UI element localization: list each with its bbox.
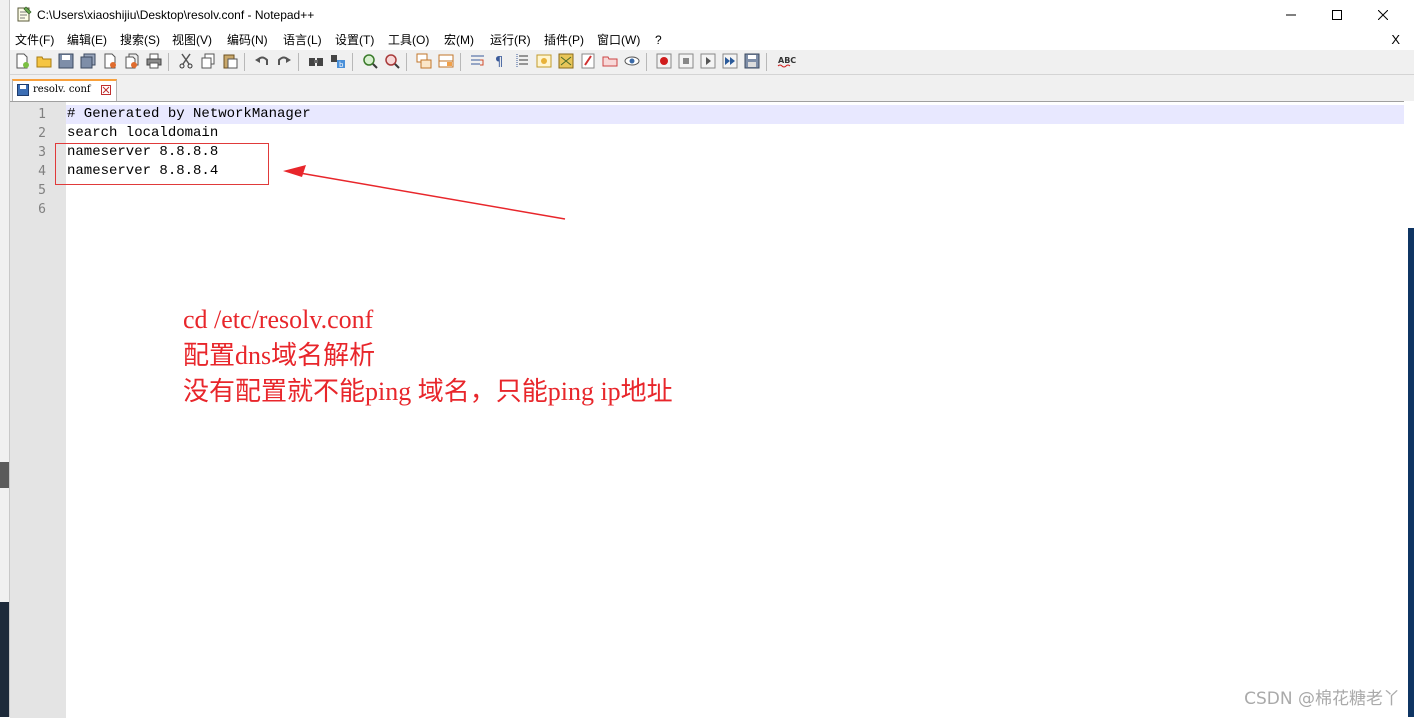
word-wrap-icon[interactable] [470,53,486,69]
watermark: CSDN @棉花糖老丫 [1244,689,1400,709]
menu-file[interactable]: 文件(F) [15,30,54,50]
code-line[interactable]: search localdomain [67,124,218,143]
menu-search[interactable]: 搜索(S) [120,30,160,50]
close-file-icon[interactable] [102,53,118,69]
menu-encoding[interactable]: 编码(N) [227,30,268,50]
minimize-icon [1286,14,1296,16]
show-all-chars-icon[interactable]: ¶ [492,53,508,69]
sync-vertical-icon[interactable] [416,53,432,69]
play-macro-icon[interactable] [700,53,716,69]
indent-guide-icon[interactable] [514,53,530,69]
record-macro-icon[interactable] [656,53,672,69]
annotation-text: cd /etc/resolv.conf 配置dns域名解析 没有配置就不能pin… [183,302,673,410]
close-document-button[interactable]: X [1391,30,1400,50]
toolbar: b ¶ ABC [10,50,1414,75]
line-number: 1 [38,107,46,122]
maximize-button[interactable] [1314,0,1360,30]
paste-icon[interactable] [222,53,238,69]
menu-view[interactable]: 视图(V) [172,30,212,50]
toolbar-separator [646,53,647,71]
open-file-icon[interactable] [36,53,52,69]
menu-language[interactable]: 语言(L) [283,30,322,50]
svg-text:¶: ¶ [495,55,503,69]
close-window-button[interactable] [1360,0,1406,30]
menu-edit[interactable]: 编辑(E) [67,30,107,50]
line-number-gutter: 1 2 3 4 5 6 [10,102,66,718]
annotation-arrow-icon [283,165,566,220]
close-icon [1378,10,1388,20]
menu-tools[interactable]: 工具(O) [388,30,429,50]
desktop-background-edge [1408,228,1414,717]
line-number: 6 [38,202,46,217]
editor-area[interactable]: 1 2 3 4 5 6 # Generated by NetworkManage… [10,101,1404,718]
window-title: C:\Users\xiaoshijiu\Desktop\resolv.conf … [37,8,315,22]
minimize-button[interactable] [1268,0,1314,30]
annotation-line: 没有配置就不能ping 域名，只能ping ip地址 [183,377,673,406]
line-number: 4 [38,164,46,179]
zoom-out-icon[interactable] [384,53,400,69]
spellcheck-icon[interactable]: ABC [776,53,800,69]
save-macro-icon[interactable] [744,53,760,69]
menu-settings[interactable]: 设置(T) [335,30,374,50]
menu-run[interactable]: 运行(R) [490,30,531,50]
sync-horizontal-icon[interactable] [438,53,454,69]
notepad-plus-plus-app-icon [17,6,32,22]
save-all-icon[interactable] [80,53,96,69]
undo-icon[interactable] [254,53,270,69]
svg-text:b: b [339,61,344,69]
background-window-strip [0,0,10,717]
toolbar-separator [352,53,353,71]
annotation-highlight-box [55,143,269,185]
line-number: 3 [38,145,46,160]
menu-bar: 文件(F) 编辑(E) 搜索(S) 视图(V) 编码(N) 语言(L) 设置(T… [10,30,1414,50]
close-all-icon[interactable] [124,53,140,69]
udl-icon[interactable] [536,53,552,69]
new-file-icon[interactable] [14,53,30,69]
monitoring-icon[interactable] [624,53,640,69]
toolbar-separator [460,53,461,71]
toolbar-separator [406,53,407,71]
replace-icon[interactable]: b [330,53,346,69]
menu-macro[interactable]: 宏(M) [444,30,474,50]
cut-icon[interactable] [178,53,194,69]
tab-label: resolv. conf [33,84,91,95]
find-icon[interactable] [308,53,324,69]
doc-map-icon[interactable] [558,53,574,69]
function-list-icon[interactable] [580,53,596,69]
toolbar-separator [244,53,245,71]
svg-text:ABC: ABC [778,56,796,65]
annotation-line: 配置dns域名解析 [183,341,376,370]
stop-macro-icon[interactable] [678,53,694,69]
run-macro-multiple-icon[interactable] [722,53,738,69]
folder-as-workspace-icon[interactable] [602,53,618,69]
tab-bar: resolv. conf [10,75,1414,101]
toolbar-separator [766,53,767,71]
save-icon[interactable] [58,53,74,69]
print-icon[interactable] [146,53,162,69]
toolbar-separator [298,53,299,71]
redo-icon[interactable] [276,53,292,69]
close-tab-icon[interactable] [101,85,111,95]
menu-plugins[interactable]: 插件(P) [544,30,584,50]
maximize-icon [1332,10,1342,20]
line-number: 2 [38,126,46,141]
zoom-in-icon[interactable] [362,53,378,69]
tab-resolv-conf[interactable]: resolv. conf [12,79,117,101]
line-number: 5 [38,183,46,198]
title-bar[interactable]: C:\Users\xiaoshijiu\Desktop\resolv.conf … [10,0,1414,30]
copy-icon[interactable] [200,53,216,69]
menu-window[interactable]: 窗口(W) [597,30,640,50]
saved-file-icon [17,84,29,96]
menu-help[interactable]: ? [655,30,662,50]
code-line[interactable]: # Generated by NetworkManager [67,105,311,124]
toolbar-separator [168,53,169,71]
annotation-line: cd /etc/resolv.conf [183,305,374,334]
